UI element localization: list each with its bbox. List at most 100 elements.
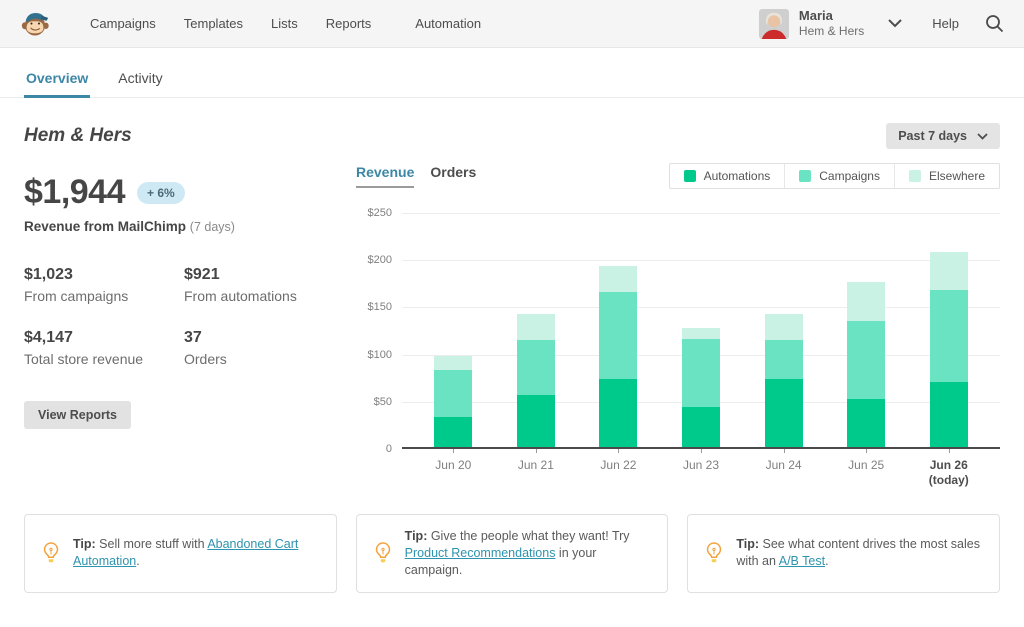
tip-link-product-recommendations[interactable]: Product Recommendations xyxy=(405,546,556,560)
bar-segment-elsewhere xyxy=(599,265,638,293)
revenue-bar-chart: $250 $200 $150 $100 $50 0 Jun 20 Jun 21 Jun 22 J… xyxy=(356,207,1000,488)
mailchimp-logo[interactable] xyxy=(20,9,50,39)
bar-segment-elsewhere xyxy=(516,313,555,341)
x-label-jun-25: Jun 25 xyxy=(825,458,908,488)
stat-orders: 37 Orders xyxy=(184,329,344,367)
stats-grid: $1,023 From campaigns $921 From automations… xyxy=(24,266,356,367)
bar-segment-campaigns xyxy=(847,320,886,399)
legend-swatch-icon xyxy=(799,170,812,182)
stat-label: From automations xyxy=(184,288,297,304)
y-tick-label: 0 xyxy=(385,443,392,455)
bar-group-jun-22 xyxy=(577,265,660,453)
chart-tab-revenue[interactable]: Revenue xyxy=(356,164,415,188)
legend-swatch-icon xyxy=(683,170,696,182)
chart-tab-orders[interactable]: Orders xyxy=(430,164,476,188)
nav-item-templates[interactable]: Templates xyxy=(184,16,243,31)
revenue-change-badge: + 6% xyxy=(137,181,185,204)
stat-label: From campaigns xyxy=(24,288,129,304)
bar-segment-automations xyxy=(764,379,803,447)
stat-value: $921 xyxy=(184,266,220,283)
x-label-jun-23: Jun 23 xyxy=(660,458,743,488)
bar-segment-elsewhere xyxy=(847,281,886,321)
top-nav: Campaigns Templates Lists Reports Automation… xyxy=(0,0,1024,48)
chevron-down-icon xyxy=(888,19,902,28)
nav-item-lists[interactable]: Lists xyxy=(271,16,298,31)
bar-jun-22[interactable] xyxy=(599,265,638,453)
stat-value: $1,023 xyxy=(24,266,73,283)
tab-activity[interactable]: Activity xyxy=(116,60,164,98)
bar-jun-21[interactable] xyxy=(516,313,555,453)
bar-segment-automations xyxy=(516,395,555,447)
bar-segment-campaigns xyxy=(434,369,473,417)
tips-row: Tip: Sell more stuff with Abandoned Cart… xyxy=(24,514,1001,593)
tip-text: Tip: Give the people what they want! Try… xyxy=(404,529,630,577)
x-tick-mark xyxy=(453,449,455,453)
x-tick-mark xyxy=(701,449,703,453)
bar-segment-campaigns xyxy=(929,290,968,382)
bar-jun-23[interactable] xyxy=(682,328,721,453)
x-label-jun-21: Jun 21 xyxy=(495,458,578,488)
x-label-text: Jun 22 xyxy=(600,458,637,472)
tip-text: Tip: Sell more stuff with Abandoned Cart… xyxy=(73,537,299,569)
view-reports-button[interactable]: View Reports xyxy=(24,401,131,429)
tip-card-3: Tip: See what content drives the most sa… xyxy=(687,514,1001,593)
bar-segment-campaigns xyxy=(764,340,803,379)
bar-group-jun-23 xyxy=(660,328,743,453)
nav-item-automation[interactable]: Automation xyxy=(415,16,481,31)
bar-jun-20[interactable] xyxy=(434,356,473,453)
tab-overview[interactable]: Overview xyxy=(24,60,91,98)
legend-item-automations[interactable]: Automations xyxy=(670,164,785,188)
chevron-down-icon xyxy=(977,132,988,140)
x-label-text: Jun 20 xyxy=(435,458,472,472)
bar-jun-26[interactable] xyxy=(929,251,968,453)
tip-link-a-b-test[interactable]: A/B Test xyxy=(779,554,825,568)
bar-jun-24[interactable] xyxy=(764,313,803,453)
revenue-summary-panel: $1,944 + 6% Revenue from MailChimp (7 da… xyxy=(24,163,356,488)
search-icon[interactable] xyxy=(985,14,1004,33)
nav-item-reports[interactable]: Reports xyxy=(326,16,372,31)
legend-item-elsewhere[interactable]: Elsewhere xyxy=(893,164,999,188)
help-link[interactable]: Help xyxy=(932,16,959,31)
y-axis: $250 $200 $150 $100 $50 0 xyxy=(356,207,402,488)
chart-panel: Revenue Orders Automations Campaigns Elsewh… xyxy=(356,163,1000,488)
x-tick-mark xyxy=(948,449,950,453)
bar-group-jun-24 xyxy=(742,313,825,453)
legend-swatch-icon xyxy=(908,170,921,182)
total-revenue-value: $1,944 xyxy=(24,173,126,211)
stat-value: 37 xyxy=(184,329,202,346)
x-label-text: Jun 21 xyxy=(517,458,554,472)
legend-item-campaigns[interactable]: Campaigns xyxy=(784,164,894,188)
tip-prefix: Tip: xyxy=(404,529,428,543)
date-range-dropdown[interactable]: Past 7 days xyxy=(886,123,1000,149)
x-label-text: Jun 23 xyxy=(683,458,720,472)
primary-nav: Campaigns Templates Lists Reports Automation xyxy=(90,16,481,31)
nav-item-campaigns[interactable]: Campaigns xyxy=(90,16,156,31)
date-range-label: Past 7 days xyxy=(898,129,967,143)
bar-group-jun-20 xyxy=(412,356,495,453)
bar-jun-25[interactable] xyxy=(847,281,886,453)
page-title: Hem & Hers xyxy=(24,125,132,146)
bar-segment-campaigns xyxy=(682,339,721,408)
bar-segment-automations xyxy=(599,379,638,447)
revenue-caption-main: Revenue from MailChimp xyxy=(24,219,187,234)
stat-label: Orders xyxy=(184,351,227,367)
page-tabs: Overview Activity xyxy=(0,60,1024,98)
tip-link-abandoned-cart-automation[interactable]: Abandoned Cart Automation xyxy=(73,537,298,568)
legend-label: Campaigns xyxy=(819,169,880,183)
y-tick-label: $250 xyxy=(367,207,392,219)
revenue-caption-suffix: (7 days) xyxy=(189,220,235,234)
plot-area xyxy=(402,213,1000,453)
stat-from-campaigns: $1,023 From campaigns xyxy=(24,266,184,304)
lightbulb-icon xyxy=(41,541,61,565)
x-label-text: Jun 26 xyxy=(929,458,968,472)
bar-segment-elsewhere xyxy=(764,313,803,341)
x-tick-mark xyxy=(866,449,868,453)
x-tick-mark xyxy=(535,449,537,453)
user-name: Maria xyxy=(798,7,833,23)
x-axis: Jun 20 Jun 21 Jun 22 Jun 23 Jun 24 Jun 25 Jun … xyxy=(402,458,1000,488)
tip-card-1: Tip: Sell more stuff with Abandoned Cart… xyxy=(24,514,337,593)
x-tick-mark xyxy=(783,449,785,453)
tip-card-2: Tip: Give the people what they want! Try… xyxy=(355,514,669,593)
account-menu[interactable]: Maria Hem & Hers xyxy=(758,7,902,39)
stat-from-automations: $921 From automations xyxy=(184,266,344,304)
